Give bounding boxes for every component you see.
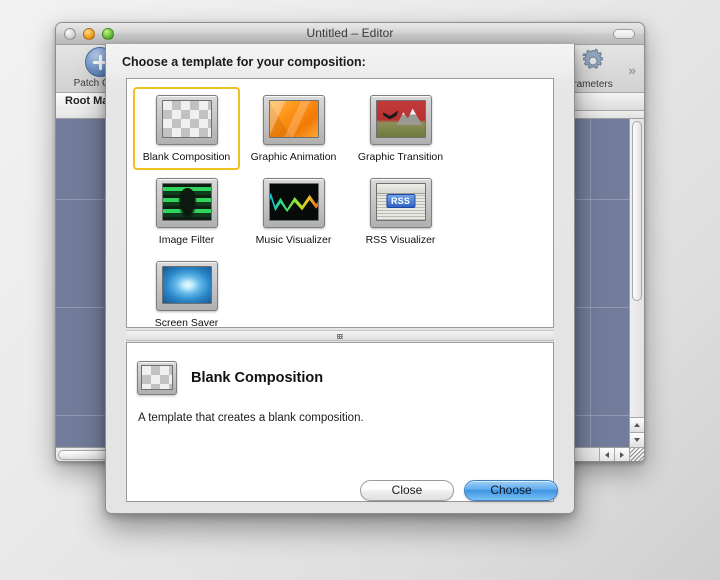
scroll-down-button[interactable] xyxy=(630,432,644,447)
arrow-up-icon xyxy=(634,423,640,427)
scroll-left-button[interactable] xyxy=(599,448,614,461)
arrow-down-icon xyxy=(634,438,640,442)
template-icon-rss-visualizer: RSS xyxy=(369,178,432,228)
template-grid: Blank Composition Graphic Animation Graphi… xyxy=(127,79,553,329)
arrow-right-icon xyxy=(620,452,624,458)
template-icon-graphic-animation xyxy=(262,95,325,145)
template-tile-image-filter[interactable]: Image Filter xyxy=(133,170,240,253)
template-icon-screen xyxy=(161,266,212,304)
scroll-up-button[interactable] xyxy=(630,417,644,432)
toggle-toolbar-button[interactable] xyxy=(613,29,635,39)
detail-template-icon xyxy=(137,361,177,395)
checker-icon xyxy=(162,101,211,137)
template-tile-label: Blank Composition xyxy=(142,151,231,163)
template-tile-label: RSS Visualizer xyxy=(365,234,436,246)
splitter-handle-icon xyxy=(337,334,343,339)
screen: Untitled – Editor Patch Creat rameters »… xyxy=(0,0,720,580)
detail-description: A template that creates a blank composit… xyxy=(138,412,364,424)
template-tile-graphic-animation[interactable]: Graphic Animation xyxy=(240,87,347,170)
detail-title: Blank Composition xyxy=(191,370,324,386)
template-icon-screen xyxy=(268,100,319,138)
template-icon-blank-composition xyxy=(155,95,218,145)
template-icon-screen: RSS xyxy=(375,183,426,221)
template-tile-label: Graphic Transition xyxy=(357,151,444,163)
window-title: Untitled – Editor xyxy=(306,26,394,40)
orange-icon xyxy=(269,101,318,137)
template-tile-label: Graphic Animation xyxy=(250,151,337,163)
template-chooser-sheet: Choose a template for your composition: … xyxy=(105,44,575,514)
vertical-scrollbar-thumb[interactable] xyxy=(632,121,642,301)
template-tile-label: Image Filter xyxy=(158,234,215,246)
green-icon xyxy=(162,184,211,220)
template-detail-panel: Blank Composition A template that create… xyxy=(126,342,554,502)
template-tile-label: Screen Saver xyxy=(154,317,219,329)
template-icon-music-visualizer xyxy=(262,178,325,228)
window-resize-grip[interactable] xyxy=(629,447,644,461)
scroll-right-button[interactable] xyxy=(614,448,629,461)
vertical-scrollbar[interactable] xyxy=(629,119,644,447)
template-tile-music-visualizer[interactable]: Music Visualizer xyxy=(240,170,347,253)
template-icon-screen xyxy=(375,100,426,138)
checkerboard-icon xyxy=(142,366,172,389)
template-tile-label: Music Visualizer xyxy=(255,234,332,246)
template-tile-screen-saver[interactable]: Screen Saver xyxy=(133,253,240,336)
panel-splitter[interactable] xyxy=(126,330,554,341)
rss-badge: RSS xyxy=(385,193,416,208)
template-tile-graphic-transition[interactable]: Graphic Transition xyxy=(347,87,454,170)
window-titlebar[interactable]: Untitled – Editor xyxy=(56,23,644,45)
template-icon-graphic-transition xyxy=(369,95,432,145)
template-icon-screen xyxy=(268,183,319,221)
template-icon-image-filter xyxy=(155,178,218,228)
template-grid-panel: Blank Composition Graphic Animation Graphi… xyxy=(126,78,554,329)
music-icon xyxy=(269,184,318,220)
detail-header: Blank Composition xyxy=(137,361,323,395)
arrow-left-icon xyxy=(605,452,609,458)
detail-template-icon-art xyxy=(141,365,173,390)
blue-icon xyxy=(162,267,211,303)
template-icon-screen xyxy=(161,100,212,138)
toolbar-overflow-icon[interactable]: » xyxy=(628,62,636,78)
gear-icon xyxy=(578,48,608,78)
choose-button[interactable]: Choose xyxy=(464,480,558,501)
template-icon-screen xyxy=(161,183,212,221)
close-button[interactable]: Close xyxy=(360,480,454,501)
template-tile-rss-visualizer[interactable]: RSS RSS Visualizer xyxy=(347,170,454,253)
sheet-title: Choose a template for your composition: xyxy=(122,55,366,69)
template-icon-screen-saver xyxy=(155,261,218,311)
landscape-icon xyxy=(376,101,425,137)
template-tile-blank-composition[interactable]: Blank Composition xyxy=(133,87,240,170)
